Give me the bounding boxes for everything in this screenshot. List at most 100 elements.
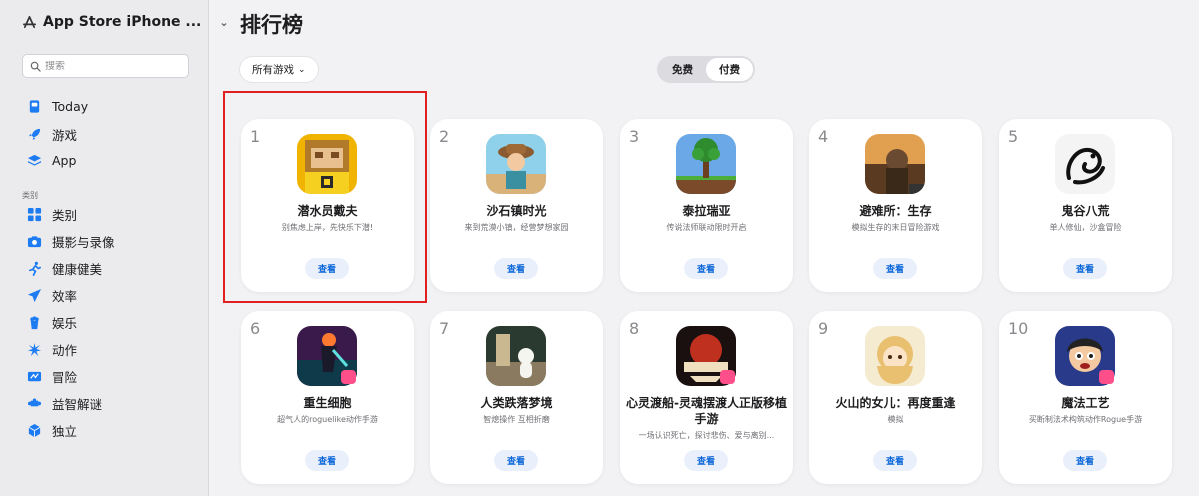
arcade-badge-icon xyxy=(720,370,735,384)
filter-label: 所有游戏 xyxy=(252,64,294,76)
segment-paid[interactable]: 付费 xyxy=(706,58,753,81)
volcano-princess-icon xyxy=(865,326,925,386)
app-card-9[interactable]: 9 火山的女儿：再度重逢 模拟 查看 xyxy=(809,311,982,484)
view-button[interactable]: 查看 xyxy=(873,450,917,471)
app-subtitle: 来到荒漠小镇，经营梦想家园 xyxy=(464,223,569,232)
rank-number: 4 xyxy=(818,127,829,146)
sidebar-item-label: 独立 xyxy=(52,424,78,439)
app-card-4[interactable]: 4 避难所：生存 模拟生存的末日冒险游戏 查看 xyxy=(809,119,982,292)
paperplane-icon xyxy=(26,288,42,304)
sidebar-item-label: 娱乐 xyxy=(52,316,78,331)
map-icon xyxy=(26,369,42,385)
app-subtitle: 传说法师联动限时开启 xyxy=(666,223,747,232)
sidebar-item-health[interactable]: 健康健美 xyxy=(26,259,102,278)
app-card-7[interactable]: 7 人类跌落梦境 智熄操作 互相折磨 查看 xyxy=(430,311,603,484)
sidebar-item-productivity[interactable]: 效率 xyxy=(26,286,77,305)
app-name: 避难所：生存 xyxy=(859,204,932,218)
terraria-icon xyxy=(676,134,736,194)
sidebar-item-label: 健康健美 xyxy=(52,262,103,277)
sidebar-item-games[interactable]: 游戏 xyxy=(26,125,77,144)
search-input[interactable] xyxy=(45,60,175,72)
camera-icon xyxy=(26,234,42,250)
tale-of-immortal-icon xyxy=(1055,134,1115,194)
rank-number: 8 xyxy=(629,319,640,338)
segment-free[interactable]: 免费 xyxy=(659,58,706,81)
sidebar-item-puzzle[interactable]: 益智解谜 xyxy=(26,394,102,413)
app-name: 沙石镇时光 xyxy=(486,204,547,218)
app-subtitle: 单人修仙，沙盒冒险 xyxy=(1049,223,1122,232)
price-segmented-control: 免费 付费 xyxy=(657,56,755,83)
rocket-icon xyxy=(26,127,42,143)
app-subtitle: 智熄操作 互相折磨 xyxy=(483,415,550,424)
sidebar-item-label: Today xyxy=(52,98,89,114)
app-name: 魔法工艺 xyxy=(1061,396,1110,410)
human-fall-flat-icon xyxy=(486,326,546,386)
section-label: 类别 xyxy=(22,191,38,200)
grid-icon xyxy=(26,207,42,223)
app-name: 重生细胞 xyxy=(303,396,352,410)
app-switcher[interactable]: App Store iPhone ... ⌄ xyxy=(22,14,229,30)
sidebar-item-label: 效率 xyxy=(52,289,78,304)
rank-number: 3 xyxy=(629,127,640,146)
app-subtitle: 一场认识死亡，探讨悲伤、爱与离别... xyxy=(638,431,775,440)
sidebar: App Store iPhone ... ⌄ Today 游戏 App 类别 类… xyxy=(0,0,229,496)
app-name: 火山的女儿：再度重逢 xyxy=(835,396,956,410)
sidebar-item-photo-video[interactable]: 摄影与录像 xyxy=(26,232,115,251)
rank-number: 10 xyxy=(1008,319,1029,338)
app-store-icon xyxy=(22,15,37,30)
cube-icon xyxy=(26,423,42,439)
puzzle-icon xyxy=(26,396,42,412)
app-card-10[interactable]: 10 魔法工艺 买断制法术构筑动作Rogue手游 查看 xyxy=(999,311,1172,484)
view-button[interactable]: 查看 xyxy=(494,258,538,279)
sidebar-item-action[interactable]: 动作 xyxy=(26,340,77,359)
rank-number: 2 xyxy=(439,127,450,146)
app-subtitle: 买断制法术构筑动作Rogue手游 xyxy=(1028,415,1143,424)
popcorn-icon xyxy=(26,315,42,331)
sidebar-item-label: 益智解谜 xyxy=(52,397,103,412)
sidebar-item-adventure[interactable]: 冒险 xyxy=(26,367,77,386)
sandrock-icon xyxy=(486,134,546,194)
sidebar-item-entertainment[interactable]: 娱乐 xyxy=(26,313,77,332)
selection-highlight xyxy=(223,91,427,303)
rank-number: 9 xyxy=(818,319,829,338)
app-subtitle: 超气人的roguelike动作手游 xyxy=(277,415,378,424)
app-name: 鬼谷八荒 xyxy=(1061,204,1110,218)
sidebar-item-label: 冒险 xyxy=(52,370,78,385)
app-name: 人类跌落梦境 xyxy=(480,396,553,410)
shelter-survival-icon xyxy=(865,134,925,194)
view-button[interactable]: 查看 xyxy=(1063,450,1107,471)
app-card-6[interactable]: 6 重生细胞 超气人的roguelike动作手游 查看 xyxy=(241,311,414,484)
app-subtitle: 模拟 xyxy=(887,415,904,424)
app-card-8[interactable]: 8 心灵渡船-灵魂摆渡人正版移植手游 一场认识死亡，探讨悲伤、爱与离别... 查… xyxy=(620,311,793,484)
burst-icon xyxy=(26,342,42,358)
sidebar-item-categories[interactable]: 类别 xyxy=(26,205,77,224)
sidebar-item-indie[interactable]: 独立 xyxy=(26,421,77,440)
rank-number: 6 xyxy=(250,319,261,338)
app-card-5[interactable]: 5 鬼谷八荒 单人修仙，沙盒冒险 查看 xyxy=(999,119,1172,292)
rank-number: 5 xyxy=(1008,127,1019,146)
sidebar-item-label: 类别 xyxy=(52,208,78,223)
view-button[interactable]: 查看 xyxy=(684,258,728,279)
view-button[interactable]: 查看 xyxy=(684,450,728,471)
game-filter-dropdown[interactable]: 所有游戏 ⌄ xyxy=(240,57,318,82)
sidebar-item-label: 动作 xyxy=(52,343,78,358)
search-icon xyxy=(30,61,41,72)
sidebar-item-app[interactable]: App xyxy=(26,152,76,168)
view-button[interactable]: 查看 xyxy=(873,258,917,279)
chevron-down-icon: ⌄ xyxy=(298,64,306,75)
app-subtitle: 模拟生存的末日冒险游戏 xyxy=(851,223,940,232)
running-icon xyxy=(26,261,42,277)
sidebar-item-label: App xyxy=(52,152,77,168)
view-button[interactable]: 查看 xyxy=(494,450,538,471)
sidebar-item-today[interactable]: Today xyxy=(26,98,88,114)
layers-icon xyxy=(26,152,42,168)
search-field[interactable] xyxy=(22,54,189,78)
app-card-2[interactable]: 2 沙石镇时光 来到荒漠小镇，经营梦想家园 查看 xyxy=(430,119,603,292)
view-button[interactable]: 查看 xyxy=(305,450,349,471)
app-card-3[interactable]: 3 泰拉瑞亚 传说法师联动限时开启 查看 xyxy=(620,119,793,292)
arcade-badge-icon xyxy=(341,370,356,384)
today-icon xyxy=(26,98,42,114)
view-button[interactable]: 查看 xyxy=(1063,258,1107,279)
sidebar-item-label: 游戏 xyxy=(52,128,78,143)
arcade-badge-icon xyxy=(1099,370,1114,384)
